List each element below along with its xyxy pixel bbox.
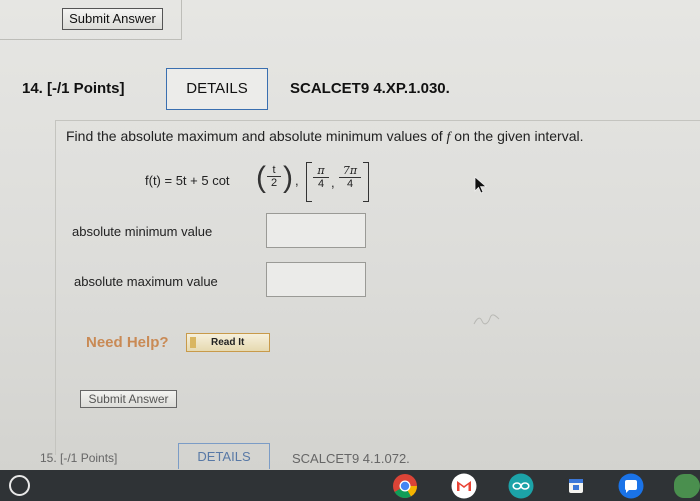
interval-end-numerator: 7π <box>339 164 361 178</box>
taskbar <box>0 470 700 501</box>
submit-answer-button-previous[interactable]: Submit Answer <box>62 8 163 30</box>
app-icon[interactable] <box>670 473 700 499</box>
chrome-icon[interactable] <box>392 473 418 499</box>
arduino-icon[interactable] <box>508 473 534 499</box>
prompt-text-before: Find the absolute maximum and absolute m… <box>66 128 447 144</box>
prompt-text-after: on the given interval. <box>450 128 584 144</box>
interval-start-denominator: 4 <box>317 178 325 190</box>
fraction-numerator: t <box>267 164 281 177</box>
formula-open-paren: ( <box>256 161 266 194</box>
calendar-icon[interactable] <box>563 473 589 499</box>
next-details-button[interactable]: DETAILS <box>178 443 270 469</box>
formula-fraction: t 2 <box>267 164 281 189</box>
absolute-maximum-label: absolute maximum value <box>74 274 218 289</box>
question-number: 14. [-/1 Points] <box>22 80 125 97</box>
interval-start: π 4 <box>313 164 329 190</box>
messages-icon[interactable] <box>618 473 644 499</box>
next-question-code: SCALCET9 4.1.072. <box>292 451 410 466</box>
formula-comma: , <box>295 173 299 188</box>
read-it-label: Read It <box>211 337 245 348</box>
launcher-icon[interactable] <box>9 475 30 496</box>
interval-end: 7π 4 <box>339 164 361 190</box>
absolute-minimum-label: absolute minimum value <box>72 224 213 239</box>
scribble-mark <box>473 314 500 325</box>
gmail-icon[interactable] <box>451 473 477 499</box>
submit-answer-button[interactable]: Submit Answer <box>80 390 177 408</box>
read-it-button[interactable]: Read It <box>186 333 270 352</box>
absolute-maximum-input[interactable] <box>266 262 366 297</box>
interval-start-numerator: π <box>313 164 329 178</box>
question-code: SCALCET9 4.XP.1.030. <box>290 80 450 97</box>
next-question-number: 15. [-/1 Points] <box>40 451 118 465</box>
fraction-denominator: 2 <box>270 177 278 189</box>
interval-open-bracket <box>306 162 312 202</box>
interval-end-denominator: 4 <box>346 178 354 190</box>
absolute-minimum-input[interactable] <box>266 213 366 248</box>
formula-close-paren: ) <box>283 161 293 194</box>
interval-close-bracket <box>363 162 369 202</box>
formula-lhs: f(t) = 5t + 5 cot <box>145 173 230 188</box>
mouse-pointer-icon <box>474 176 488 194</box>
book-icon <box>190 337 196 348</box>
details-button[interactable]: DETAILS <box>166 68 268 110</box>
question-prompt: Find the absolute maximum and absolute m… <box>66 128 584 146</box>
function-formula: f(t) = 5t + 5 cot ( t 2 ) , π 4 , 7π 4 <box>145 158 405 208</box>
interval-comma: , <box>331 175 335 190</box>
need-help-label: Need Help? <box>86 334 169 351</box>
